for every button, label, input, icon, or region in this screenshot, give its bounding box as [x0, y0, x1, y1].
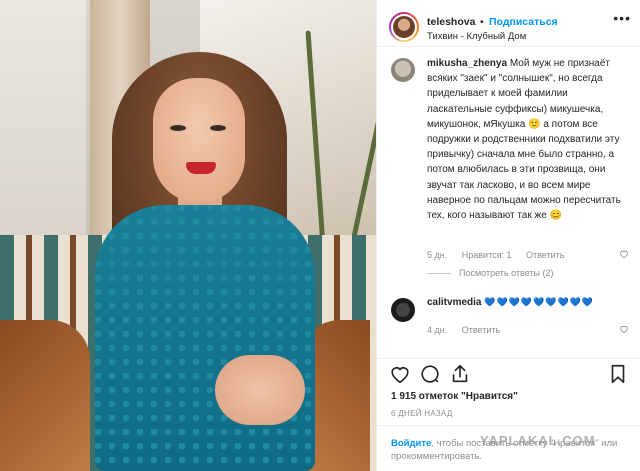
photo-dress [95, 205, 315, 471]
watermark: YAPLAKAL.COM [480, 433, 596, 448]
comment-text: 💙💙💙💙💙💙💙💙💙 [484, 297, 595, 307]
header-username[interactable]: teleshova [427, 16, 475, 28]
comment-body: mikusha_zhenya Мой муж не признаёт всяки… [427, 56, 633, 223]
post-frame: teleshova • Подписаться Тихвин - Клубный… [0, 0, 640, 471]
share-icon[interactable] [449, 363, 471, 385]
post-photo[interactable] [0, 0, 376, 471]
comment-icon[interactable] [419, 363, 441, 385]
photo-hands [215, 355, 305, 425]
post-panel: teleshova • Подписаться Тихвин - Клубный… [376, 0, 640, 471]
comment-username[interactable]: mikusha_zhenya [427, 58, 507, 69]
comment-meta: 5 дн. Нравится: 1 Ответить [427, 250, 576, 260]
photo-eye-right [210, 125, 226, 131]
more-options-icon[interactable]: ••• [613, 10, 631, 26]
comment-body: calitvmedia 💙💙💙💙💙💙💙💙💙 [427, 297, 594, 308]
comment-reply-button[interactable]: Ответить [462, 325, 500, 335]
location-link[interactable]: Тихвин - Клубный Дом [427, 31, 526, 42]
photo-face [153, 78, 245, 203]
post-time[interactable]: 6 ДНЕЙ НАЗАД [391, 409, 453, 418]
comment-avatar[interactable] [391, 58, 415, 82]
bookmark-icon[interactable] [607, 363, 629, 385]
comments-list[interactable]: mikusha_zhenya Мой муж не признаёт всяки… [377, 48, 640, 358]
comment-meta: 4 дн. Ответить [427, 325, 512, 335]
comment-avatar[interactable] [391, 298, 415, 322]
comment-reply-button[interactable]: Ответить [526, 250, 564, 260]
follow-button[interactable]: Подписаться [489, 16, 558, 28]
photo-wall [0, 0, 86, 250]
comment-time[interactable]: 4 дн. [427, 325, 447, 335]
comment-heart-icon[interactable] [619, 249, 629, 259]
comment-time[interactable]: 5 дн. [427, 250, 447, 260]
photo-eye-left [170, 125, 186, 131]
login-bar: Войдите, чтобы поставить отметку "Нравит… [377, 425, 640, 471]
avatar[interactable] [389, 12, 419, 42]
action-bar [377, 358, 640, 390]
login-link[interactable]: Войдите [391, 438, 431, 449]
comment-likes[interactable]: Нравится: 1 [462, 250, 512, 260]
photo-lips [186, 162, 216, 174]
photo-chair-arm-left [0, 320, 90, 471]
post-header: teleshova • Подписаться Тихвин - Клубный… [377, 0, 640, 47]
likes-count[interactable]: 1 915 отметок "Нравится" [391, 391, 518, 402]
comment-heart-icon[interactable] [619, 324, 629, 334]
comment-text: Мой муж не признаёт всяких "заек" и "сол… [427, 58, 621, 222]
comment-username[interactable]: calitvmedia [427, 297, 481, 308]
heart-icon[interactable] [389, 363, 411, 385]
view-replies-button[interactable]: Посмотреть ответы (2) [427, 268, 554, 278]
header-separator: • [480, 16, 484, 28]
